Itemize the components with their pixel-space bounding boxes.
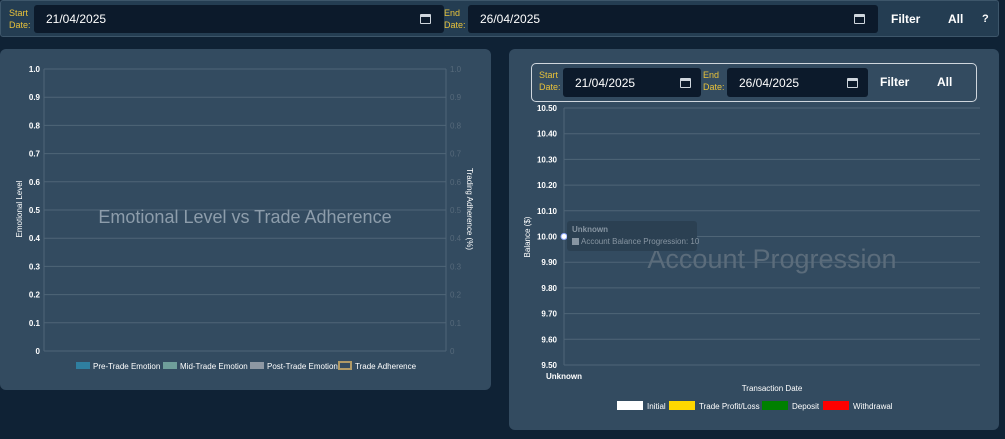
legend-swatch [617, 401, 643, 410]
legend-item[interactable]: Mid-Trade Emotion [163, 362, 248, 371]
emotion-chart: 1.0 0.9 0.8 0.7 0.6 0.5 0.4 0.3 0.2 0.1 0 1.0 0.9 0.… [15, 65, 474, 371]
chart-tooltip: Unknown Account Balance Progression: 10 [567, 221, 700, 251]
legend-label: Trade Profit/Loss [699, 402, 760, 411]
end-date-input[interactable]: 26/04/2025 [468, 5, 878, 33]
chart-watermark-title: Emotional Level vs Trade Adherence [98, 207, 391, 227]
y-tick-label: 0.9 [29, 93, 41, 102]
emotion-chart-panel: 1.0 0.9 0.8 0.7 0.6 0.5 0.4 0.3 0.2 0.1 0 1.0 0.9 0.… [0, 49, 491, 390]
start-date-label-line1: Start [9, 8, 29, 18]
y-tick-label: 10.00 [537, 233, 558, 242]
legend-swatch [762, 401, 788, 410]
y2-tick-label: 0.9 [450, 93, 462, 102]
y2-tick-label: 0.8 [450, 121, 462, 130]
tooltip-swatch [572, 238, 579, 245]
top-filter-bar: Start Date: 21/04/2025 End Date: 26/04/2… [0, 0, 999, 37]
legend-swatch [823, 401, 849, 410]
y2-tick-label: 0.2 [450, 291, 462, 300]
y-tick-label: 10.30 [537, 155, 558, 164]
balance-chart: 10.50 10.40 10.30 10.20 10.10 10.00 9.90 9.80 9.… [523, 104, 980, 411]
all-button[interactable]: All [948, 12, 963, 26]
legend-swatch [338, 361, 352, 370]
legend-item[interactable]: Trade Profit/Loss [669, 401, 760, 411]
calendar-icon[interactable] [420, 14, 431, 24]
legend-label: Trade Adherence [355, 362, 417, 371]
y2-tick-label: 0.7 [450, 150, 462, 159]
y2-tick-label: 0.3 [450, 262, 462, 271]
legend-label: Initial [647, 402, 666, 411]
tooltip-title: Unknown [572, 225, 608, 234]
start-date-label-line2: Date: [9, 20, 31, 30]
y-tick-label: 0.2 [29, 291, 41, 300]
y-tick-label: 9.60 [541, 335, 557, 344]
end-date-label: End Date: [444, 7, 466, 31]
start-date-input[interactable]: 21/04/2025 [34, 5, 444, 33]
legend-label: Pre-Trade Emotion [93, 362, 160, 371]
legend-item[interactable]: Trade Adherence [338, 361, 417, 371]
y-tick-label: 0.8 [29, 121, 41, 130]
y2-tick-label: 0.6 [450, 178, 462, 187]
legend-swatch [669, 401, 695, 410]
y-tick-label: 0.5 [29, 206, 41, 215]
start-date-value: 21/04/2025 [46, 12, 107, 26]
y-tick-label: 9.80 [541, 284, 557, 293]
balance-chart-panel: Start Date: 21/04/2025 End Date: 26/04/2… [509, 49, 999, 430]
legend-item[interactable]: Post-Trade Emotion [250, 362, 338, 371]
y-tick-label: 9.50 [541, 361, 557, 370]
y-axis-label: Emotional Level [15, 180, 24, 237]
y-tick-label: 10.20 [537, 181, 558, 190]
legend-label: Post-Trade Emotion [267, 362, 338, 371]
legend-label: Mid-Trade Emotion [180, 362, 248, 371]
x-axis-label: Transaction Date [742, 384, 803, 393]
y2-axis-label: Trading Adherence (%) [465, 168, 474, 250]
start-date-label: Start Date: [9, 7, 31, 31]
legend-label: Withdrawal [853, 402, 893, 411]
calendar-icon[interactable] [854, 14, 865, 24]
data-point[interactable] [560, 233, 568, 240]
legend-swatch [250, 362, 264, 369]
y-tick-label: 10.40 [537, 130, 558, 139]
y2-tick-label: 0.4 [450, 234, 462, 243]
x-tick-label: Unknown [546, 372, 582, 381]
y-tick-label: 0.6 [29, 178, 41, 187]
end-date-value: 26/04/2025 [480, 12, 541, 26]
y2-tick-label: 1.0 [450, 65, 462, 74]
legend-item[interactable]: Initial [617, 401, 666, 411]
y-tick-label: 0 [36, 347, 41, 356]
help-button[interactable]: ? [982, 13, 989, 25]
filter-button[interactable]: Filter [891, 12, 920, 26]
tooltip-line: Account Balance Progression: 10 [581, 237, 700, 246]
y-tick-label: 9.90 [541, 258, 557, 267]
legend-swatch [76, 362, 90, 369]
y-tick-label: 1.0 [29, 65, 41, 74]
y-tick-label: 0.1 [29, 319, 41, 328]
end-date-label-line1: End [444, 8, 461, 18]
legend-item[interactable]: Withdrawal [823, 401, 893, 411]
legend-item[interactable]: Pre-Trade Emotion [76, 362, 160, 371]
y-tick-label: 0.4 [29, 234, 41, 243]
legend-swatch [163, 362, 177, 369]
y-tick-label: 0.3 [29, 262, 41, 271]
end-date-label-line2: Date: [444, 20, 466, 30]
y2-tick-label: 0.1 [450, 319, 462, 328]
legend-label: Deposit [792, 402, 820, 411]
y-axis-label: Balance ($) [523, 216, 532, 257]
y-tick-label: 9.70 [541, 310, 557, 319]
y-tick-label: 10.50 [537, 104, 558, 113]
y2-tick-label: 0.5 [450, 206, 462, 215]
y-tick-label: 10.10 [537, 207, 558, 216]
legend-item[interactable]: Deposit [762, 401, 820, 411]
y-tick-label: 0.7 [29, 150, 41, 159]
y2-tick-label: 0 [450, 347, 455, 356]
